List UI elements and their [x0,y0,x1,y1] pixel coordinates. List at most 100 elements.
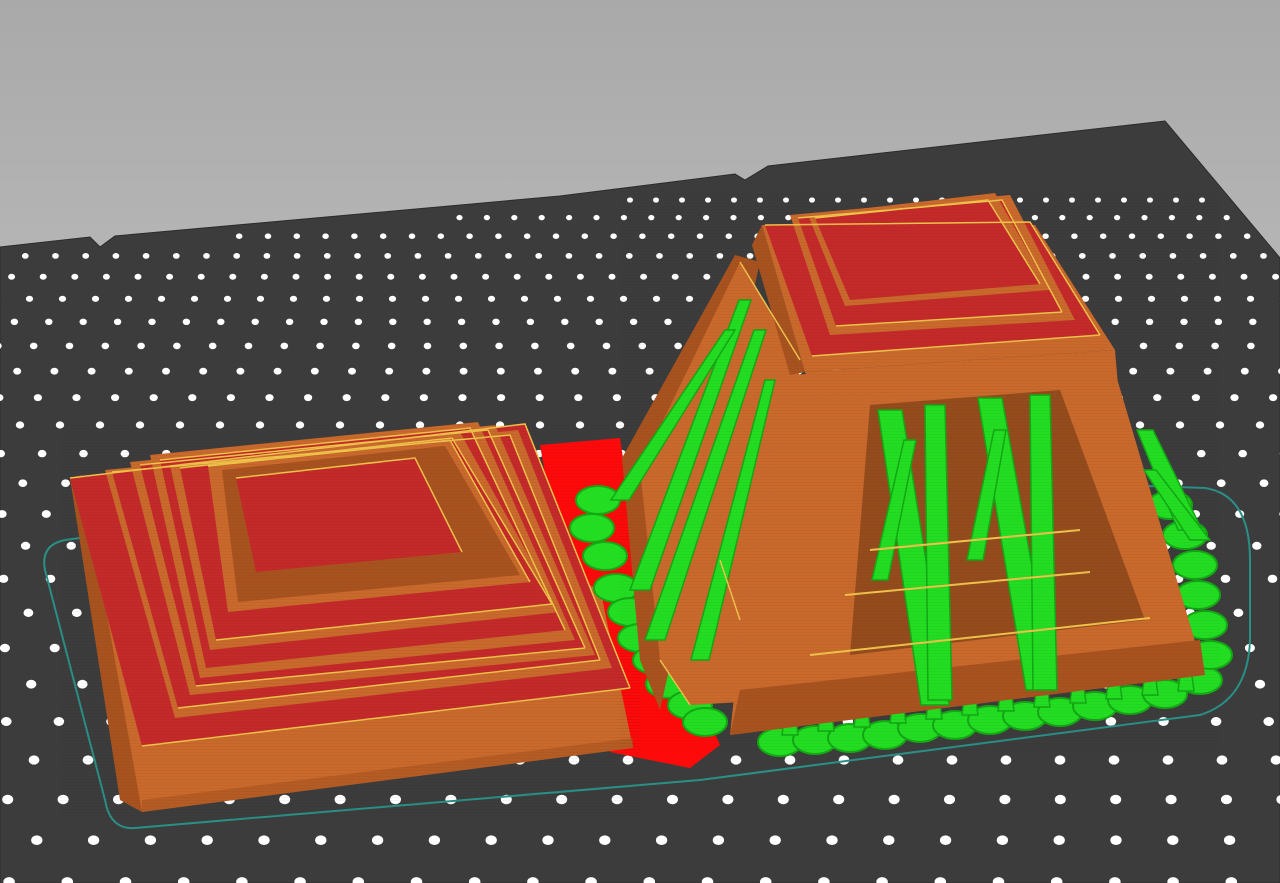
bed-dot [833,794,845,805]
bed-dot [124,295,133,302]
bed-dot [777,794,789,805]
bed-dot [28,755,40,765]
scene-canvas[interactable] [0,0,1280,883]
bed-dot [102,273,110,280]
bed-dot [593,214,600,221]
3d-viewport[interactable] [0,0,1280,883]
bed-dot [18,479,28,488]
bed-dot [355,273,363,280]
bed-dot [233,253,241,259]
bed-dot [235,233,243,239]
bed-dot [542,835,554,845]
bed-dot [148,318,156,325]
bed-dot [571,367,580,375]
bed-dot [33,394,42,402]
bed-dot [1243,233,1251,239]
bed-dot [162,367,170,375]
bed-dot [37,449,47,458]
bed-dot [387,273,395,280]
bed-dot [459,342,468,350]
bed-dot [1053,835,1065,845]
bed-dot [511,214,518,221]
bed-dot [422,367,431,375]
bed-dot [190,295,199,302]
bed-dot [217,318,225,325]
bed-dot [423,318,431,325]
bed-dot [553,295,562,302]
bed-dot [351,233,358,239]
bed-dot [492,318,500,325]
bed-dot [223,295,232,302]
bed-dot [166,273,174,280]
bed-dot [423,342,432,350]
bed-dot [943,794,956,805]
bed-dot [535,394,544,402]
bed-dot [50,367,59,375]
bed-dot [229,273,237,280]
bed-dot [496,367,505,375]
bed-dot [348,367,356,375]
bed-dot [354,318,363,325]
bed-dot [31,835,43,845]
bed-dot [142,253,150,259]
bed-dot [1263,717,1274,726]
bed-dot [1272,273,1280,280]
bed-dot [197,273,205,280]
bed-dot [883,835,895,845]
bed-dot [389,318,397,325]
bed-dot [655,835,668,845]
bed-dot [320,318,328,325]
bed-dot [418,273,426,280]
object-stepped-pyramid-base[interactable] [60,420,640,820]
bed-dot [280,342,289,350]
bed-dot [545,273,553,280]
bed-dot [730,755,742,765]
bed-dot [581,233,589,239]
bed-dot [379,233,387,239]
bed-dot [264,233,272,239]
bed-dot [495,233,502,239]
bed-dot [610,233,617,239]
bed-dot [39,273,47,280]
bed-dot [0,643,10,653]
bed-dot [1259,479,1269,488]
bed-dot [892,755,904,765]
bed-dot [888,794,900,805]
bed-dot [292,273,300,280]
bed-dot [531,342,539,350]
bed-dot [15,421,25,429]
bed-dot [1252,541,1262,550]
bed-dot [49,643,60,653]
bed-dot [29,342,38,350]
bed-dot [722,794,734,805]
bed-dot [1246,295,1255,302]
bed-dot [352,342,360,350]
bed-dot [474,253,482,259]
bed-dot [82,253,90,259]
bed-dot [260,273,268,280]
support-blob [569,513,615,543]
bed-dot [520,295,529,302]
temple-layer-texture [620,190,1220,750]
bed-dot [182,318,191,325]
object-temple-with-supports[interactable] [569,190,1233,757]
bed-dot [574,394,583,402]
bed-dot [784,755,796,765]
bed-dot [124,367,133,375]
bed-dot [1240,367,1249,375]
bed-dot [1110,794,1122,805]
bed-dot [322,233,329,239]
bed-dot [236,367,245,375]
bed-dot [495,342,503,350]
bed-dot [996,835,1009,845]
bed-dot [576,273,584,280]
bed-dot [444,253,452,259]
bed-dot [602,342,611,350]
base-layer-texture [60,420,640,820]
bed-dot [354,253,361,259]
bed-dot [323,253,331,259]
bed-dot [385,367,394,375]
bed-dot [45,318,53,325]
bed-dot [608,273,616,280]
bed-dot [513,273,521,280]
